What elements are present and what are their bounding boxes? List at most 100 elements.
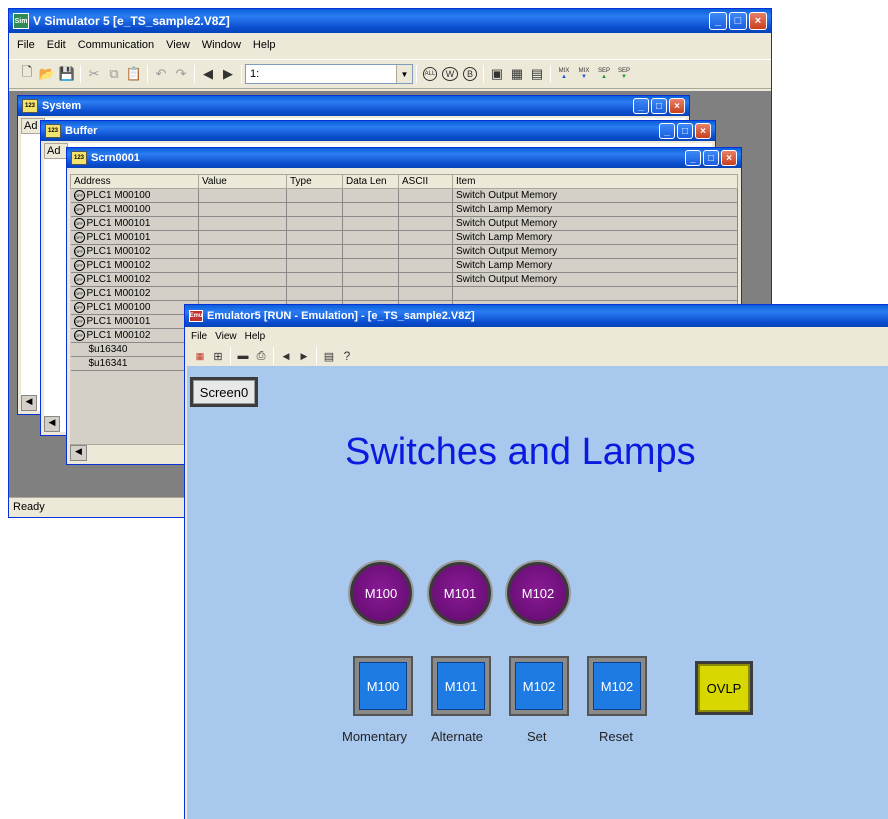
run-icon[interactable]: ▦ <box>191 346 209 366</box>
buffer-titlebar[interactable]: 123 Buffer _ □ × <box>41 121 715 141</box>
off-state-icon: OFF <box>73 217 85 229</box>
buffer-scroll-left[interactable]: ◀ <box>44 416 60 432</box>
menu-view[interactable]: View <box>160 39 196 51</box>
scrn-scroll-left[interactable]: ◀ <box>70 445 87 461</box>
mix-up-icon[interactable]: MIX ▲ <box>554 64 574 84</box>
table-row[interactable]: OFF PLC1 M00100 Switch Output Memory <box>70 188 738 203</box>
monitor-dec-icon[interactable]: ▣ <box>487 64 507 84</box>
chevron-down-icon[interactable]: ▼ <box>396 65 412 83</box>
redo-icon[interactable]: ↷ <box>171 64 191 84</box>
scrn-titlebar[interactable]: 123 Scrn0001 _ □ × <box>67 148 741 168</box>
off-state-icon: OFF <box>73 287 85 299</box>
switch-alternate[interactable]: M101 <box>431 656 491 716</box>
menu-file[interactable]: File <box>11 39 41 51</box>
bit-icon[interactable]: B <box>460 64 480 84</box>
print-icon[interactable]: ⎙ <box>252 346 270 366</box>
menu-edit[interactable]: Edit <box>41 39 72 51</box>
emulator-app-icon: Emu <box>189 310 203 322</box>
emulator-titlebar[interactable]: Emu Emulator5 [RUN - Emulation] - [e_TS_… <box>185 305 888 327</box>
minimize-button[interactable]: _ <box>709 12 727 30</box>
monitor-screen-icon[interactable]: ▦ <box>507 64 527 84</box>
scrn-maximize-button[interactable]: □ <box>703 150 719 166</box>
system-minimize-button[interactable]: _ <box>633 98 649 114</box>
table-row[interactable]: OFF PLC1 M00102 <box>70 286 738 301</box>
table-row[interactable]: OFF PLC1 M00102 Switch Lamp Memory <box>70 258 738 273</box>
address-cell: OFF PLC1 M00100 <box>70 300 199 315</box>
buffer-close-button[interactable]: × <box>695 123 711 139</box>
type-cell <box>286 272 343 287</box>
system-maximize-button[interactable]: □ <box>651 98 667 114</box>
table-row[interactable]: OFF PLC1 M00101 Switch Lamp Memory <box>70 230 738 245</box>
screen-button[interactable]: Screen0 <box>190 377 258 407</box>
previous-icon[interactable]: ◀ <box>198 64 218 84</box>
col-ascii[interactable]: ASCII <box>398 174 453 189</box>
off-state-icon: OFF <box>73 245 85 257</box>
col-item[interactable]: Item <box>452 174 738 189</box>
simulator-titlebar[interactable]: Sim V Simulator 5 [e_TS_sample2.V8Z] _ □… <box>9 9 771 33</box>
system-scroll-left[interactable]: ◀ <box>21 395 37 411</box>
item-cell: Switch Output Memory <box>452 272 738 287</box>
maximize-button[interactable]: □ <box>729 12 747 30</box>
emu-menu-file[interactable]: File <box>187 331 211 342</box>
col-value[interactable]: Value <box>198 174 287 189</box>
simulator-title: V Simulator 5 [e_TS_sample2.V8Z] <box>33 14 230 28</box>
system-close-button[interactable]: × <box>669 98 685 114</box>
emulator-menubar: File View Help <box>185 327 888 345</box>
screen-list-icon[interactable]: ▤ <box>320 346 338 366</box>
switch-reset-label: M102 <box>600 678 634 694</box>
cut-icon[interactable]: ✂ <box>84 64 104 84</box>
menu-help[interactable]: Help <box>247 39 282 51</box>
system-titlebar[interactable]: 123 System _ □ × <box>18 96 689 116</box>
scrn-minimize-button[interactable]: _ <box>685 150 701 166</box>
switch-set[interactable]: M102 <box>509 656 569 716</box>
buffer-minimize-button[interactable]: _ <box>659 123 675 139</box>
grid-icon[interactable]: ⊞ <box>209 346 227 366</box>
paste-icon[interactable]: 📋 <box>124 64 144 84</box>
switch-reset[interactable]: M102 <box>587 656 647 716</box>
scrn-title: Scrn0001 <box>91 152 140 164</box>
off-state-icon: OFF <box>73 301 85 313</box>
switch-momentary[interactable]: M100 <box>353 656 413 716</box>
ascii-cell <box>398 244 453 259</box>
open-folder-icon[interactable]: 📂 <box>37 64 57 84</box>
sep-down-icon[interactable]: SEP ▼ <box>614 64 634 84</box>
address-cell: OFF PLC1 M00102 <box>70 258 199 273</box>
ascii-cell <box>398 202 453 217</box>
close-button[interactable]: × <box>749 12 767 30</box>
help-icon[interactable]: ? <box>338 346 356 366</box>
step-forward-icon[interactable]: ▶ <box>295 346 313 366</box>
copy-icon[interactable]: ⧉ <box>104 64 124 84</box>
next-icon[interactable]: ▶ <box>218 64 238 84</box>
save-icon[interactable]: 💾 <box>57 64 77 84</box>
buffer-maximize-button[interactable]: □ <box>677 123 693 139</box>
mix-down-icon[interactable]: MIX ▼ <box>574 64 594 84</box>
undo-icon[interactable]: ↶ <box>151 64 171 84</box>
col-data-len[interactable]: Data Len <box>342 174 399 189</box>
all-icon[interactable]: ALL <box>420 64 440 84</box>
scrn-close-button[interactable]: × <box>721 150 737 166</box>
new-file-icon[interactable]: 🗋 <box>17 64 37 84</box>
value-cell <box>198 244 287 259</box>
table-row[interactable]: OFF PLC1 M00102 Switch Output Memory <box>70 244 738 259</box>
monitor-icon[interactable]: ▤ <box>527 64 547 84</box>
col-type[interactable]: Type <box>286 174 343 189</box>
value-cell <box>198 230 287 245</box>
emu-menu-view[interactable]: View <box>211 331 241 342</box>
address-text: PLC1 M00101 <box>86 218 151 230</box>
address-text: $u16341 <box>88 358 128 369</box>
table-row[interactable]: OFF PLC1 M00100 Switch Lamp Memory <box>70 202 738 217</box>
address-cell: OFF PLC1 M00100 <box>70 202 199 217</box>
address-text: PLC1 M00100 <box>86 302 151 314</box>
data-len-cell <box>342 202 399 217</box>
export-icon[interactable]: ▬ <box>234 346 252 366</box>
menu-communication[interactable]: Communication <box>72 39 160 51</box>
step-back-icon[interactable]: ◀ <box>277 346 295 366</box>
address-combo[interactable]: 1: ▼ <box>245 64 413 84</box>
col-address[interactable]: Address <box>70 174 199 189</box>
emu-menu-help[interactable]: Help <box>241 331 270 342</box>
sep-up-icon[interactable]: SEP ▲ <box>594 64 614 84</box>
table-row[interactable]: OFF PLC1 M00102 Switch Output Memory <box>70 272 738 287</box>
word-icon[interactable]: W <box>440 64 460 84</box>
table-row[interactable]: OFF PLC1 M00101 Switch Output Memory <box>70 216 738 231</box>
menu-window[interactable]: Window <box>196 39 247 51</box>
